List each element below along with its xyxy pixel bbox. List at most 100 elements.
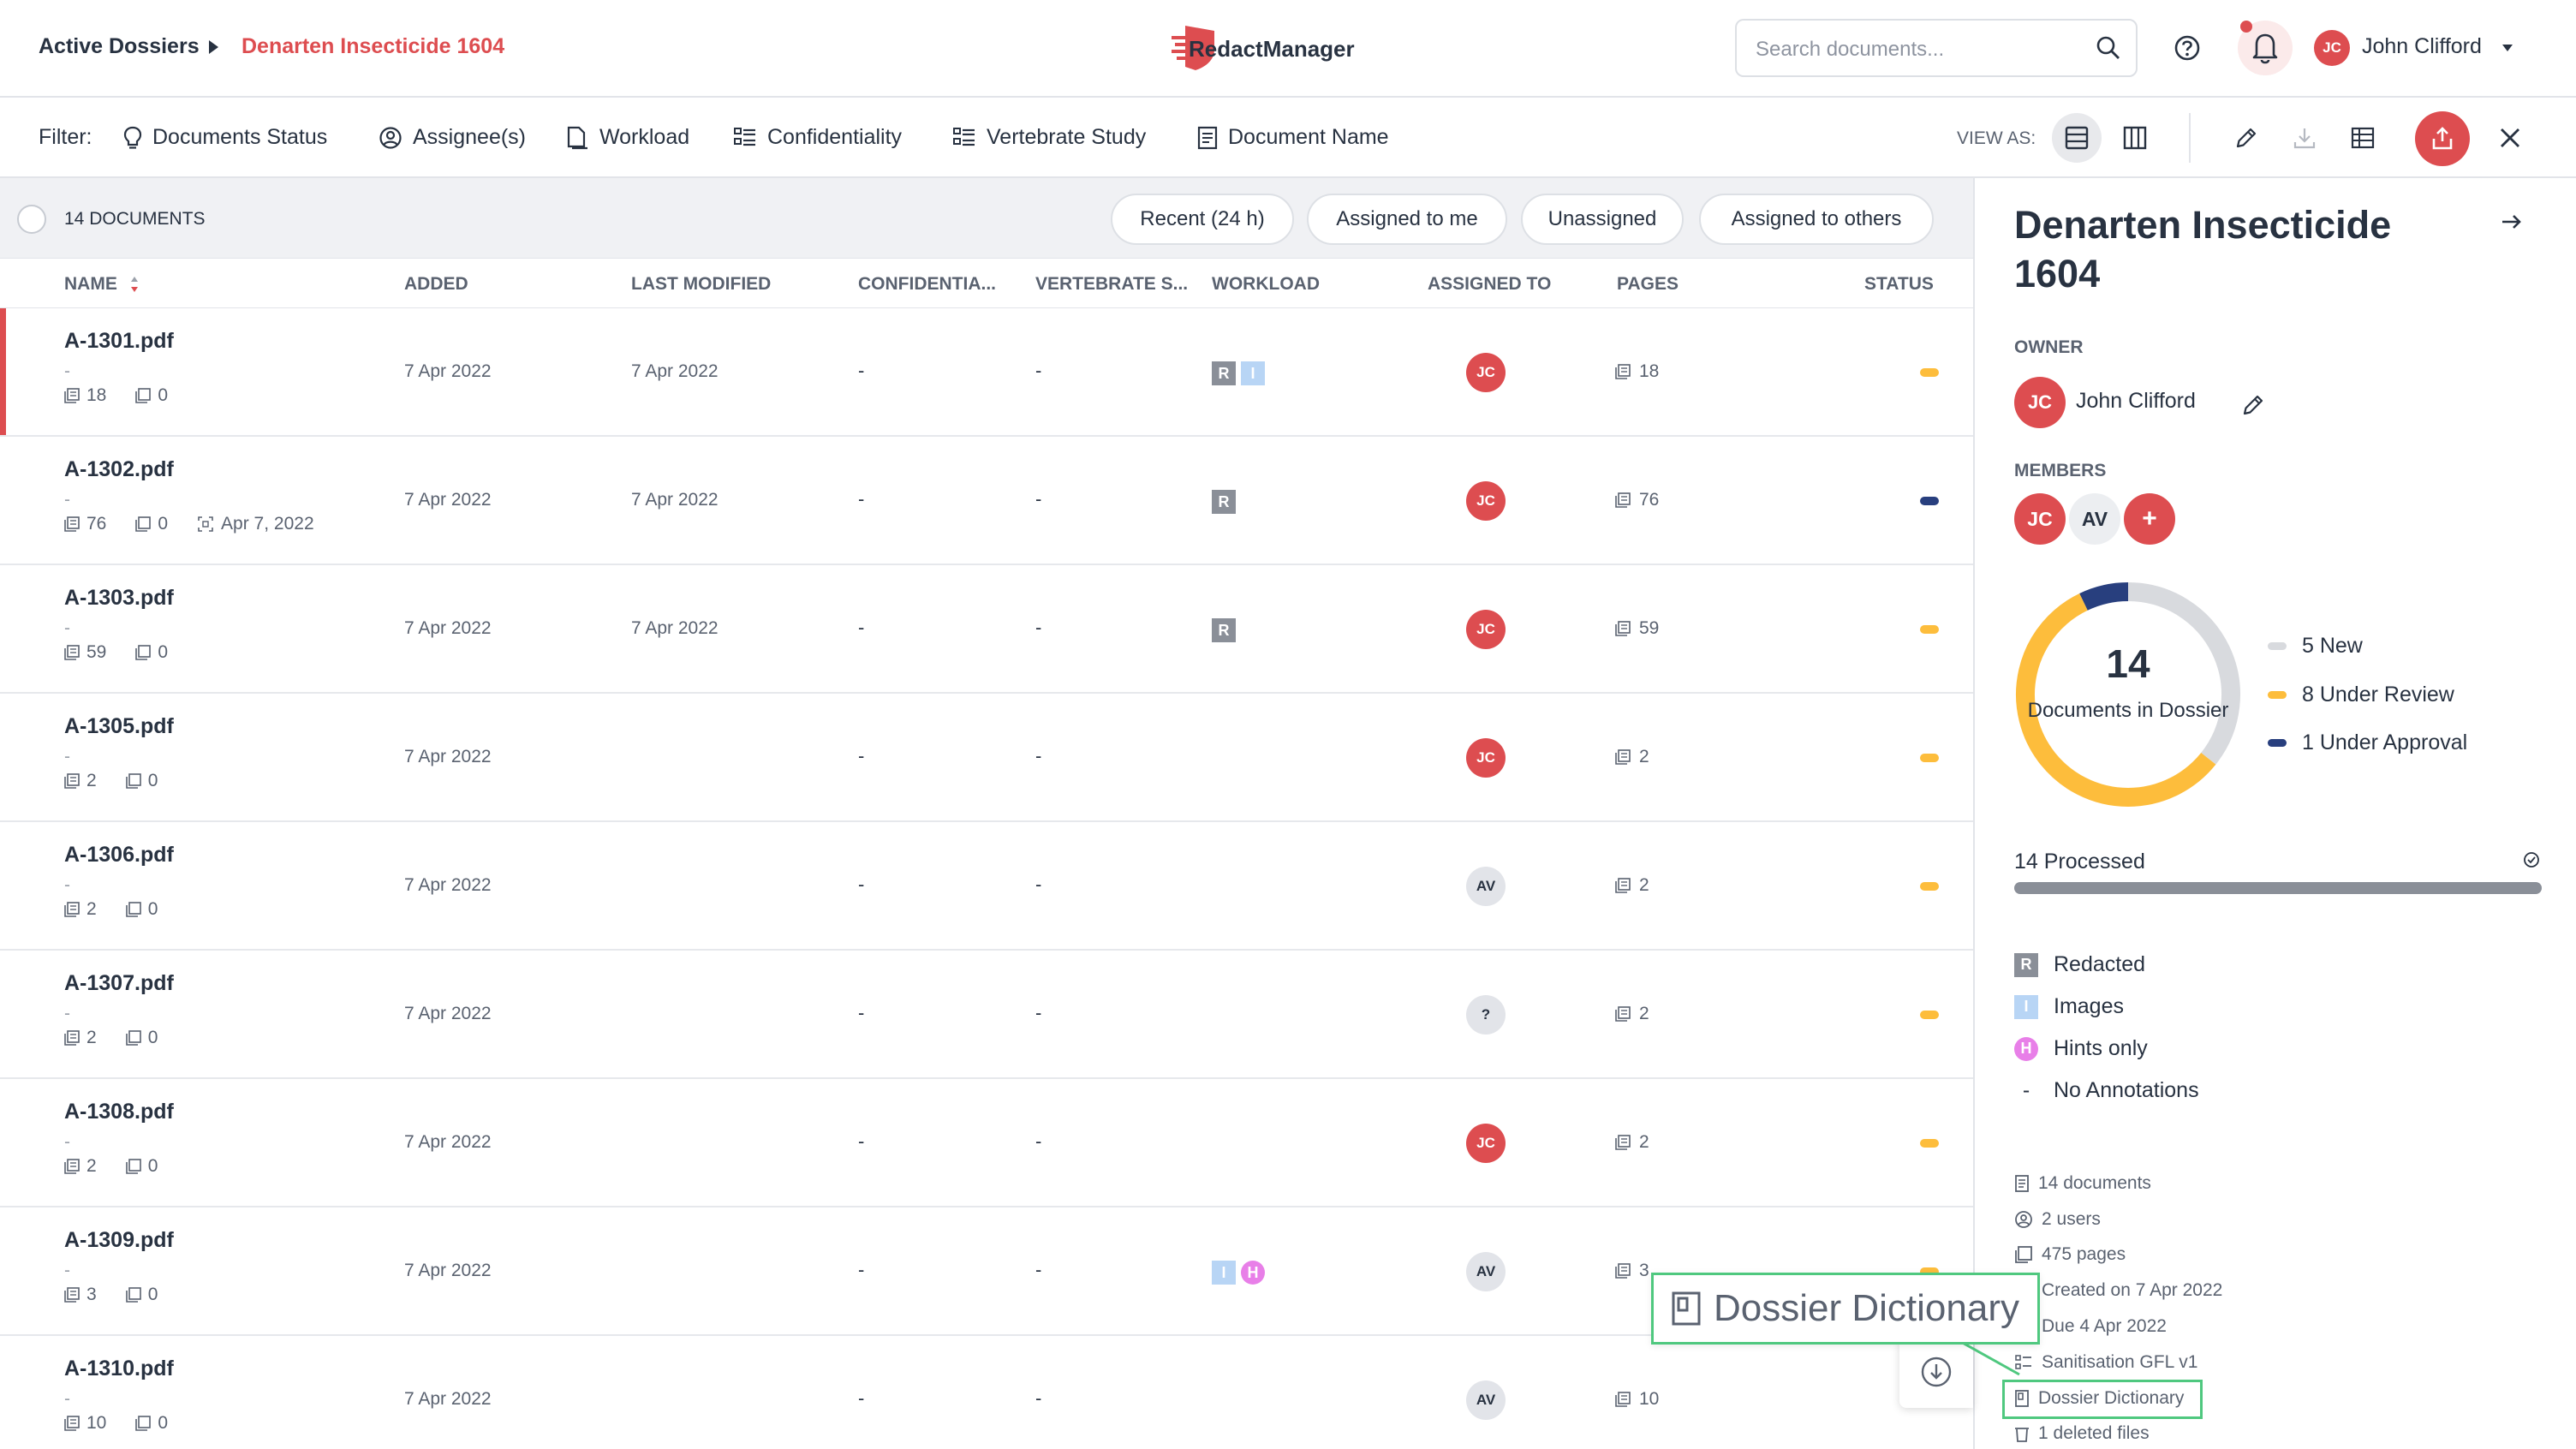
page-count-value: 2: [1639, 1004, 1649, 1023]
assignee-avatar[interactable]: JC: [1466, 610, 1506, 649]
confidentiality-value: -: [858, 1387, 865, 1409]
document-subtitle: -: [64, 490, 70, 510]
add-member-button[interactable]: +: [2124, 493, 2175, 545]
column-assigned-to[interactable]: ASSIGNED TO: [1428, 274, 1551, 295]
quick-filter-assigned-to-me[interactable]: Assigned to me: [1307, 194, 1507, 245]
status-indicator[interactable]: [1920, 882, 1939, 891]
info-deleted-files-label: 1 deleted files: [2038, 1423, 2150, 1443]
column-added[interactable]: ADDED: [404, 274, 468, 295]
workload-badges: R: [1212, 490, 1236, 514]
column-pages[interactable]: PAGES: [1617, 274, 1679, 295]
added-date: 7 Apr 2022: [404, 618, 492, 638]
document-name[interactable]: A-1306.pdf: [64, 843, 174, 868]
table-row[interactable]: A-1305.pdf -2 0 7 Apr 2022- - JC 2: [0, 694, 1973, 822]
document-name[interactable]: A-1310.pdf: [64, 1357, 174, 1381]
user-name[interactable]: John Clifford: [2362, 34, 2482, 59]
annotations-icon: [135, 1416, 152, 1431]
pencil-icon[interactable]: [2240, 392, 2266, 418]
chevron-down-icon[interactable]: [2502, 45, 2513, 51]
page-count-value: 2: [1639, 1132, 1649, 1152]
table-row[interactable]: A-1302.pdf -76 0 Apr 7, 2022 7 Apr 2022 7 Apr…: [0, 437, 1973, 565]
filter-document-name[interactable]: Document Name: [1197, 125, 1389, 150]
confidentiality-value: -: [858, 617, 865, 638]
quick-filter-recent[interactable]: Recent (24 h): [1111, 194, 1294, 245]
view-list-button[interactable]: [2052, 113, 2102, 163]
view-board-button[interactable]: [2110, 113, 2160, 163]
filter-vertebrate-study[interactable]: Vertebrate Study: [952, 125, 1146, 150]
table-row[interactable]: A-1310.pdf -10 0 7 Apr 2022- - AV 10: [0, 1336, 1973, 1449]
document-name[interactable]: A-1309.pdf: [64, 1228, 174, 1253]
document-name[interactable]: A-1307.pdf: [64, 971, 174, 996]
column-name[interactable]: NAME: [64, 274, 140, 295]
assignee-avatar[interactable]: ?: [1466, 995, 1506, 1035]
report-button[interactable]: [2338, 113, 2388, 163]
download-button[interactable]: [2280, 113, 2329, 163]
status-indicator[interactable]: [1920, 754, 1939, 762]
search-input[interactable]: Search documents...: [1756, 38, 1944, 62]
status-indicator[interactable]: [1920, 497, 1939, 505]
document-name[interactable]: A-1308.pdf: [64, 1100, 174, 1124]
search-icon[interactable]: [2095, 34, 2122, 62]
edit-dossier-button[interactable]: [2221, 113, 2271, 163]
info-deleted-files[interactable]: 1 deleted files: [2014, 1423, 2150, 1444]
download-circle-icon: [1921, 1357, 1952, 1387]
user-avatar[interactable]: JC: [2314, 30, 2350, 66]
table-row[interactable]: A-1301.pdf -18 0 7 Apr 2022 7 Apr 2022- - R I JC…: [0, 308, 1973, 437]
owner-name: John Clifford: [2076, 389, 2196, 413]
assignee-avatar[interactable]: JC: [1466, 353, 1506, 392]
page-count-value: 2: [1639, 875, 1649, 895]
close-button[interactable]: [2485, 113, 2535, 163]
collapse-panel-icon[interactable]: [2499, 209, 2525, 235]
meta-ocr-date: Apr 7, 2022: [221, 514, 314, 534]
assignee-avatar[interactable]: AV: [1466, 1380, 1506, 1420]
column-confidentiality[interactable]: CONFIDENTIA...: [858, 274, 996, 295]
legend-under-review[interactable]: 8 Under Review: [2268, 683, 2454, 707]
member-avatar: JC: [2014, 493, 2066, 545]
assignee-avatar[interactable]: AV: [1466, 1252, 1506, 1291]
status-indicator[interactable]: [1920, 625, 1939, 634]
column-vertebrate-study[interactable]: VERTEBRATE S...: [1035, 274, 1188, 295]
donut-label: Documents in Dossier: [2027, 699, 2229, 722]
assignee-avatar[interactable]: JC: [1466, 738, 1506, 778]
breadcrumb-current[interactable]: Denarten Insecticide 1604: [242, 34, 504, 59]
export-button[interactable]: [2415, 111, 2470, 166]
select-all-checkbox[interactable]: [17, 205, 46, 234]
quick-filter-assigned-to-others[interactable]: Assigned to others: [1699, 194, 1934, 245]
help-icon[interactable]: [2172, 33, 2203, 63]
notification-dot: [2240, 21, 2252, 33]
quick-filter-unassigned[interactable]: Unassigned: [1521, 194, 1684, 245]
hints-badge: H: [2014, 1036, 2038, 1061]
processed-label: 14 Processed: [2014, 850, 2145, 874]
status-indicator[interactable]: [1920, 1139, 1939, 1148]
table-row[interactable]: A-1307.pdf -2 0 7 Apr 2022- -? 2: [0, 951, 1973, 1079]
table-row[interactable]: A-1308.pdf -2 0 7 Apr 2022- - JC 2: [0, 1079, 1973, 1208]
table-row[interactable]: A-1303.pdf -59 0 7 Apr 2022 7 Apr 2022- - R JC 5…: [0, 565, 1973, 694]
document-meta: 76 0 Apr 7, 2022: [64, 514, 314, 534]
pages-icon: [1615, 621, 1631, 636]
filter-confidentiality-label: Confidentiality: [767, 125, 903, 149]
document-name[interactable]: A-1305.pdf: [64, 714, 174, 739]
document-name[interactable]: A-1303.pdf: [64, 586, 174, 611]
list-icon: [734, 127, 755, 146]
column-status[interactable]: STATUS: [1864, 274, 1934, 295]
column-workload[interactable]: WORKLOAD: [1212, 274, 1320, 295]
document-name[interactable]: A-1301.pdf: [64, 329, 174, 354]
legend-new[interactable]: 5 New: [2268, 634, 2363, 659]
status-indicator[interactable]: [1920, 368, 1939, 377]
assignee-avatar[interactable]: AV: [1466, 867, 1506, 906]
column-last-modified[interactable]: LAST MODIFIED: [631, 274, 771, 295]
filter-workload[interactable]: Workload: [565, 125, 689, 150]
table-row[interactable]: A-1306.pdf -2 0 7 Apr 2022- - AV 2: [0, 822, 1973, 951]
filter-assignees[interactable]: Assignee(s): [379, 125, 526, 150]
status-indicator[interactable]: [1920, 1011, 1939, 1019]
assignee-avatar[interactable]: JC: [1466, 1124, 1506, 1163]
filter-documents-status[interactable]: Documents Status: [123, 125, 327, 150]
document-subtitle: -: [64, 1132, 70, 1152]
legend-under-approval[interactable]: 1 Under Approval: [2268, 730, 2467, 755]
assignee-avatar[interactable]: JC: [1466, 481, 1506, 521]
search-box[interactable]: Search documents...: [1735, 19, 2138, 77]
breadcrumb-root[interactable]: Active Dossiers: [39, 34, 200, 59]
filter-document-name-label: Document Name: [1228, 125, 1389, 149]
document-name[interactable]: A-1302.pdf: [64, 457, 174, 482]
filter-confidentiality[interactable]: Confidentiality: [733, 125, 902, 150]
